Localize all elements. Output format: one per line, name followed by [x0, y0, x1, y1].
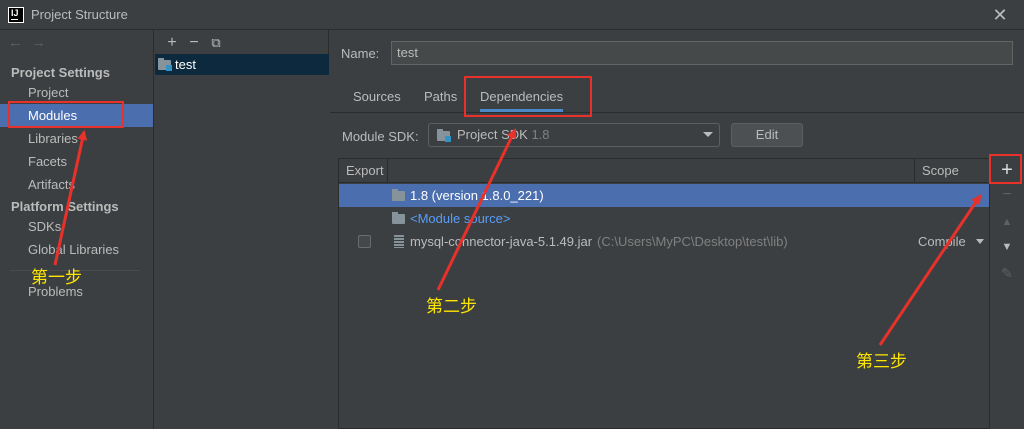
module-list: test — [155, 54, 329, 429]
highlight-dependencies-tab — [464, 76, 592, 117]
dependency-path: (C:\Users\MyPC\Desktop\test\lib) — [597, 234, 788, 249]
tab-sources[interactable]: Sources — [353, 83, 401, 111]
modules-panel: + − ⧉ test — [155, 30, 329, 429]
table-row[interactable]: 1.8 (version 1.8.0_221) — [339, 184, 989, 207]
back-arrow-icon[interactable]: ← — [8, 34, 23, 51]
module-sdk-label: Module SDK: — [342, 129, 419, 144]
nav-item-libraries[interactable]: Libraries — [0, 127, 153, 150]
tabs-divider — [330, 112, 1024, 113]
module-details-panel: Name: test Sources Paths Dependencies Mo… — [330, 30, 1024, 429]
dependency-scope[interactable]: Compile — [918, 230, 966, 253]
close-icon[interactable]: ✕ — [990, 5, 1010, 25]
dependency-name: <Module source> — [410, 211, 511, 226]
modules-toolbar: + − ⧉ — [161, 33, 227, 53]
chevron-down-icon[interactable] — [976, 239, 984, 244]
export-checkbox[interactable] — [358, 235, 371, 248]
dependency-name: mysql-connector-java-5.1.49.jar — [410, 234, 593, 249]
jdk-folder-icon — [392, 189, 405, 201]
module-item-label: test — [175, 57, 196, 72]
tab-paths[interactable]: Paths — [424, 83, 457, 111]
highlight-add-button — [989, 154, 1022, 184]
history-arrows: ← → — [8, 34, 54, 51]
module-name-input[interactable]: test — [391, 41, 1013, 65]
copy-module-button[interactable]: ⧉ — [205, 33, 227, 53]
remove-dependency-button[interactable]: − — [992, 183, 1022, 207]
module-item-test[interactable]: test — [155, 54, 329, 75]
chevron-down-icon — [703, 132, 713, 137]
app-icon-letters: IJ — [11, 8, 19, 18]
nav-item-artifacts[interactable]: Artifacts — [0, 173, 153, 196]
sdk-version: 1.8 — [531, 127, 550, 142]
name-label: Name: — [341, 46, 380, 61]
annotation-step1: 第一步 — [31, 268, 82, 288]
module-sdk-dropdown[interactable]: Project SDK 1.8 — [428, 123, 720, 147]
add-module-button[interactable]: + — [161, 33, 183, 53]
section-platform-settings: Platform Settings — [11, 199, 119, 214]
jar-icon — [394, 235, 404, 248]
dependencies-toolbar: + − ▲ ▼ ✎ — [992, 152, 1022, 429]
window-title: Project Structure — [31, 7, 128, 22]
edit-dependency-button[interactable]: ✎ — [992, 261, 1022, 285]
table-row[interactable]: <Module source> — [339, 207, 989, 230]
move-up-button[interactable]: ▲ — [992, 210, 1022, 234]
module-folder-icon — [158, 58, 172, 71]
table-row[interactable]: mysql-connector-java-5.1.49.jar (C:\User… — [339, 230, 989, 253]
section-project-settings: Project Settings — [11, 65, 110, 80]
remove-module-button[interactable]: − — [183, 33, 205, 53]
forward-arrow-icon[interactable]: → — [31, 34, 46, 51]
title-bar: IJ Project Structure ✕ — [0, 0, 1024, 30]
column-divider — [387, 159, 388, 183]
column-divider — [914, 159, 915, 183]
nav-item-facets[interactable]: Facets — [0, 150, 153, 173]
nav-item-sdks[interactable]: SDKs — [0, 215, 153, 238]
column-scope[interactable]: Scope — [922, 159, 959, 183]
sdk-folder-icon — [437, 129, 451, 142]
column-export[interactable]: Export — [346, 159, 384, 183]
sdk-value: Project SDK — [457, 127, 528, 142]
edit-sdk-button[interactable]: Edit — [731, 123, 803, 147]
nav-item-global-libraries[interactable]: Global Libraries — [0, 238, 153, 261]
annotation-step2: 第二步 — [426, 297, 477, 317]
highlight-modules — [8, 101, 124, 128]
table-header: Export Scope — [339, 159, 989, 183]
source-folder-icon — [392, 212, 405, 224]
move-down-button[interactable]: ▼ — [992, 235, 1022, 259]
settings-navigation: ← → Project Settings Project Modules Libr… — [0, 30, 154, 429]
dependency-name: 1.8 (version 1.8.0_221) — [410, 188, 544, 203]
intellij-app-icon: IJ — [8, 7, 24, 23]
annotation-step3: 第三步 — [856, 352, 907, 372]
